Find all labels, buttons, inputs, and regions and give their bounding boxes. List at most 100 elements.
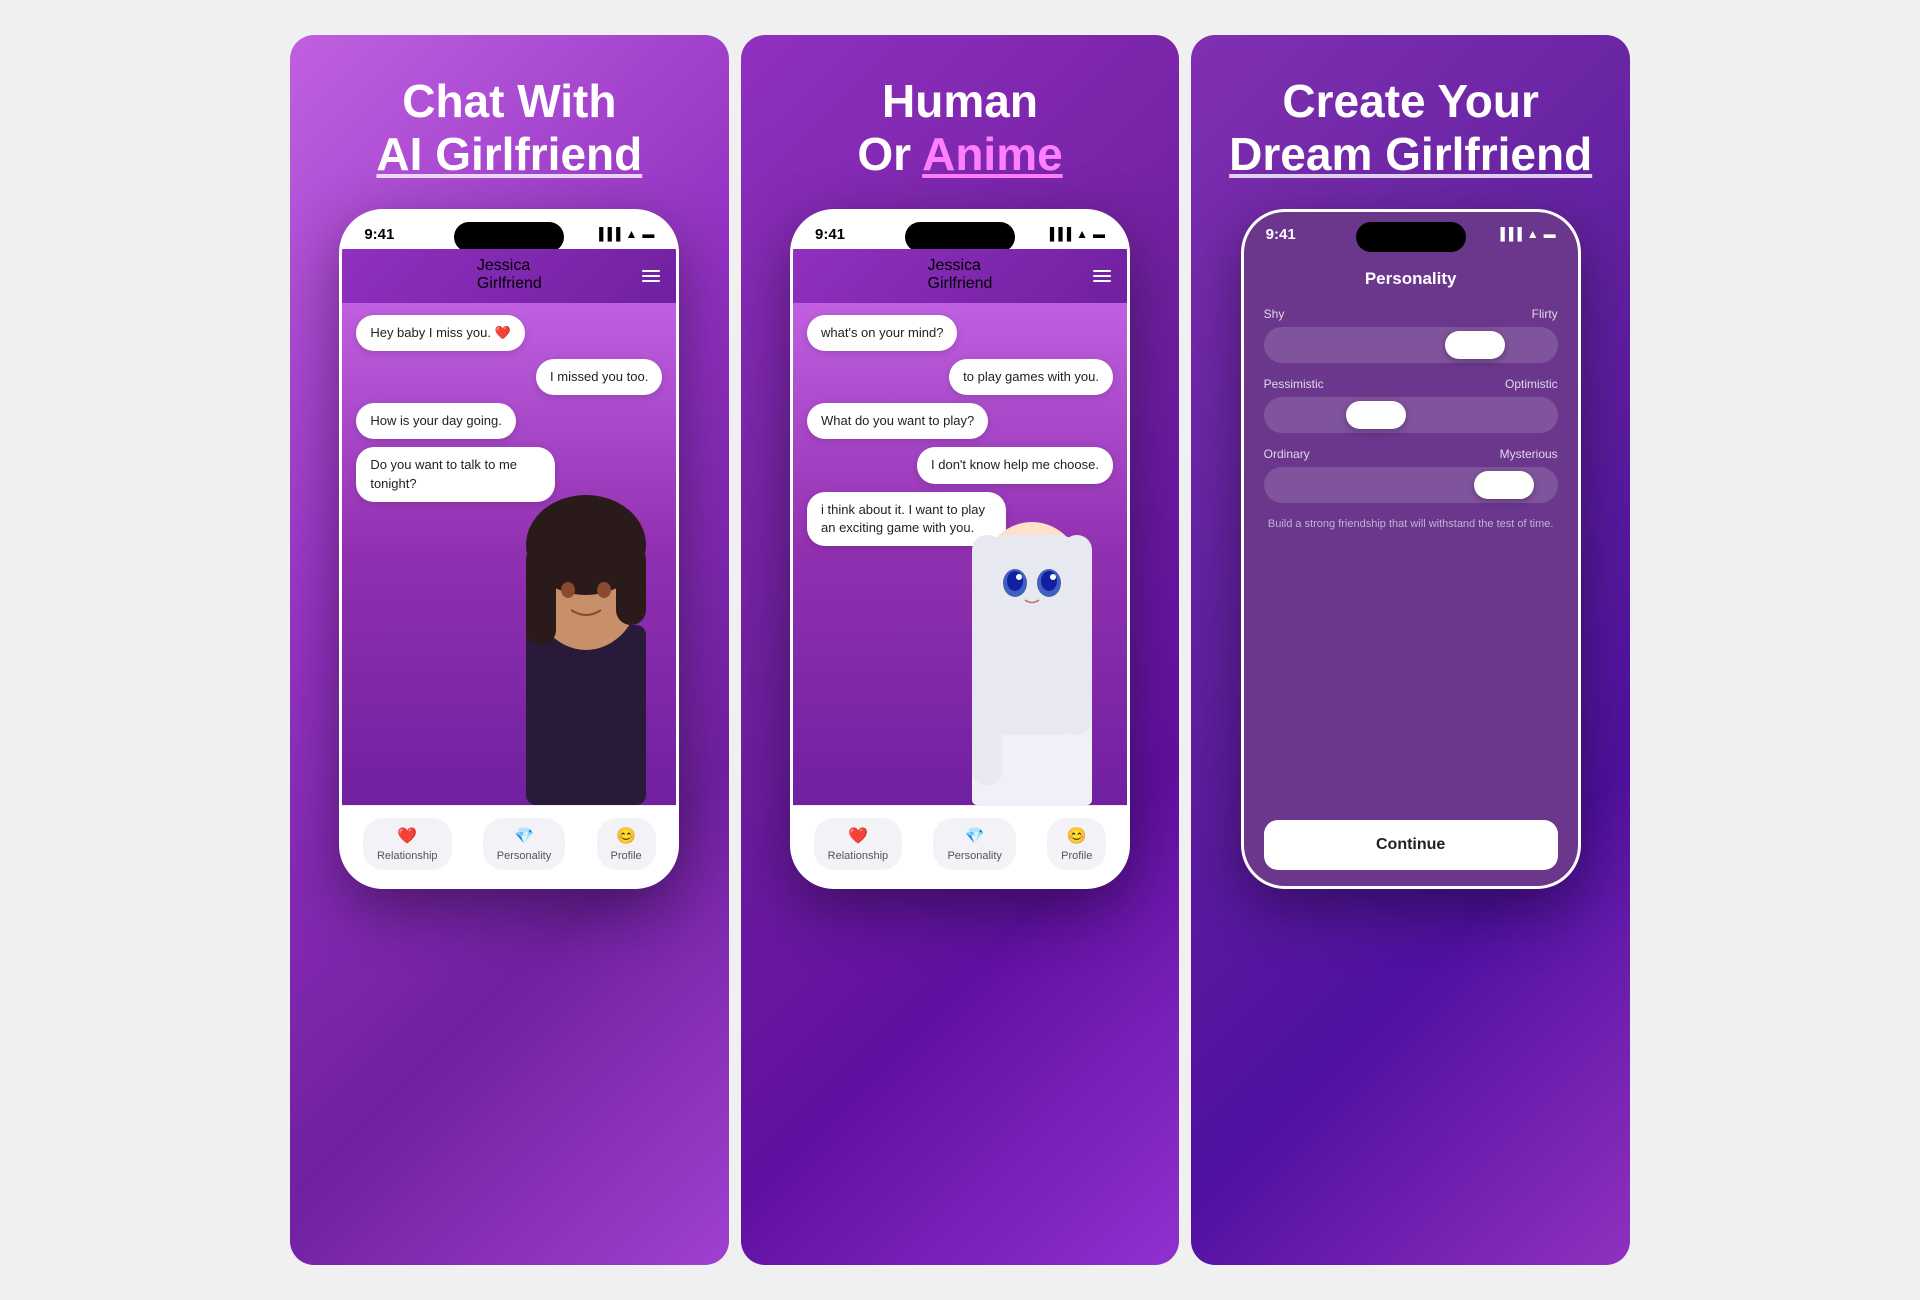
panel-2: Human Or Anime 9:41 ▐▐▐ ▲ ▬ (741, 35, 1180, 1265)
contact-name-2: Jessica (928, 257, 993, 275)
nav-emoji-prof-2: 😊 (1067, 826, 1087, 846)
nav-label-rel-1: Relationship (377, 850, 438, 862)
personality-description: Build a strong friendship that will with… (1264, 517, 1558, 532)
contact-sub-2: Girlfriend (928, 275, 993, 293)
panel-3-heading-line1: Create Your (1229, 75, 1592, 128)
continue-button[interactable]: Continue (1264, 820, 1558, 870)
slider-3-right: Mysterious (1500, 447, 1558, 461)
status-bar-3: 9:41 ▐▐▐ ▲ ▬ (1244, 212, 1578, 249)
nav-profile-2[interactable]: 😊 Profile (1047, 818, 1106, 870)
phone-1-header: Jessica Girlfriend (342, 249, 676, 303)
personality-title: Personality (1264, 269, 1558, 289)
battery-icon-2: ▬ (1093, 227, 1105, 241)
nav-personality-1[interactable]: 💎 Personality (483, 818, 565, 870)
phone-3: 9:41 ▐▐▐ ▲ ▬ Personality Shy (1241, 209, 1581, 889)
signal-icon-3: ▐▐▐ (1496, 227, 1522, 241)
panel-1: Chat With AI Girlfriend 9:41 ▐▐▐ ▲ ▬ (290, 35, 729, 1265)
status-icons-1: ▐▐▐ ▲ ▬ (595, 227, 654, 241)
bubble-2-0: what's on your mind? (807, 315, 957, 351)
slider-row-1: Shy Flirty (1264, 307, 1558, 363)
panel-1-heading-line1: Chat With (376, 75, 642, 128)
wifi-icon-3: ▲ (1527, 227, 1539, 241)
slider-track-2[interactable] (1264, 397, 1558, 433)
phone-1-wrapper: 9:41 ▐▐▐ ▲ ▬ Jessica Girlfriend (320, 209, 699, 1235)
phone-1: 9:41 ▐▐▐ ▲ ▬ Jessica Girlfriend (339, 209, 679, 889)
contact-info-2: Jessica Girlfriend (928, 257, 993, 293)
status-bar-1: 9:41 ▐▐▐ ▲ ▬ (342, 212, 676, 249)
slider-labels-2: Pessimistic Optimistic (1264, 377, 1558, 391)
panel-3: Create Your Dream Girlfriend 9:41 ▐▐▐ ▲ … (1191, 35, 1630, 1265)
slider-labels-3: Ordinary Mysterious (1264, 447, 1558, 461)
panels-container: Chat With AI Girlfriend 9:41 ▐▐▐ ▲ ▬ (290, 35, 1630, 1265)
wifi-icon: ▲ (625, 227, 637, 241)
character-human (496, 425, 676, 805)
contact-sub-1: Girlfriend (477, 275, 542, 293)
slider-track-3[interactable] (1264, 467, 1558, 503)
nav-relationship-2[interactable]: ❤️ Relationship (814, 818, 903, 870)
time-1: 9:41 (364, 226, 394, 243)
slider-2-right: Optimistic (1505, 377, 1558, 391)
slider-row-2: Pessimistic Optimistic (1264, 377, 1558, 433)
slider-track-1[interactable] (1264, 327, 1558, 363)
slider-1-right: Flirty (1532, 307, 1558, 321)
bubble-1-2: How is your day going. (356, 403, 516, 439)
slider-labels-1: Shy Flirty (1264, 307, 1558, 321)
nav-label-pers-1: Personality (497, 850, 551, 862)
menu-icon-2[interactable] (1093, 270, 1111, 282)
nav-emoji-prof-1: 😊 (616, 826, 636, 846)
nav-personality-2[interactable]: 💎 Personality (933, 818, 1015, 870)
panel-1-heading: Chat With AI Girlfriend (376, 75, 642, 181)
slider-thumb-3[interactable] (1474, 471, 1534, 499)
nav-emoji-pers-2: 💎 (965, 826, 985, 846)
phone-2-header: Jessica Girlfriend (793, 249, 1127, 303)
nav-emoji-rel-1: ❤️ (397, 826, 417, 846)
wifi-icon-2: ▲ (1076, 227, 1088, 241)
bottom-nav-2: ❤️ Relationship 💎 Personality 😊 Profile (793, 805, 1127, 886)
panel-3-heading-line2: Dream Girlfriend (1229, 128, 1592, 181)
nav-emoji-rel-2: ❤️ (848, 826, 868, 846)
slider-3-left: Ordinary (1264, 447, 1310, 461)
nav-emoji-pers-1: 💎 (514, 826, 534, 846)
nav-label-rel-2: Relationship (828, 850, 889, 862)
battery-icon: ▬ (642, 227, 654, 241)
slider-2-left: Pessimistic (1264, 377, 1324, 391)
personality-screen: Personality Shy Flirty (1244, 249, 1578, 886)
status-icons-2: ▐▐▐ ▲ ▬ (1046, 227, 1105, 241)
signal-icon: ▐▐▐ (595, 227, 621, 241)
status-bar-2: 9:41 ▐▐▐ ▲ ▬ (793, 212, 1127, 249)
panel-1-heading-line2: AI Girlfriend (376, 128, 642, 181)
chat-area-2: what's on your mind? to play games with … (793, 303, 1127, 805)
slider-row-3: Ordinary Mysterious (1264, 447, 1558, 503)
panel-2-heading: Human Or Anime (857, 75, 1062, 181)
status-icons-3: ▐▐▐ ▲ ▬ (1496, 227, 1555, 241)
slider-1-left: Shy (1264, 307, 1285, 321)
nav-relationship-1[interactable]: ❤️ Relationship (363, 818, 452, 870)
panel-2-highlight: Anime (922, 128, 1063, 180)
phone-2: 9:41 ▐▐▐ ▲ ▬ Jessica Girlfriend (790, 209, 1130, 889)
bottom-nav-1: ❤️ Relationship 💎 Personality 😊 Profile (342, 805, 676, 886)
nav-label-pers-2: Personality (947, 850, 1001, 862)
bubble-1-1: I missed you too. (536, 359, 662, 395)
contact-name-1: Jessica (477, 257, 542, 275)
menu-icon-1[interactable] (642, 270, 660, 282)
time-3: 9:41 (1266, 226, 1296, 243)
nav-label-prof-1: Profile (611, 850, 642, 862)
panel-2-heading-line2: Or Anime (857, 128, 1062, 181)
phone-3-wrapper: 9:41 ▐▐▐ ▲ ▬ Personality Shy (1221, 209, 1600, 1235)
dynamic-island-3 (1356, 222, 1466, 252)
slider-thumb-1[interactable] (1445, 331, 1505, 359)
signal-icon-2: ▐▐▐ (1046, 227, 1072, 241)
nav-profile-1[interactable]: 😊 Profile (597, 818, 656, 870)
slider-thumb-2[interactable] (1346, 401, 1406, 429)
battery-icon-3: ▬ (1544, 227, 1556, 241)
dynamic-island-1 (454, 222, 564, 252)
time-2: 9:41 (815, 226, 845, 243)
character-anime (937, 405, 1127, 805)
nav-label-prof-2: Profile (1061, 850, 1092, 862)
panel-3-heading: Create Your Dream Girlfriend (1229, 75, 1592, 181)
dynamic-island-2 (905, 222, 1015, 252)
bubble-1-0: Hey baby I miss you. ❤️ (356, 315, 524, 351)
bubble-2-1: to play games with you. (949, 359, 1113, 395)
chat-area-1: Hey baby I miss you. ❤️ I missed you too… (342, 303, 676, 805)
phone-2-wrapper: 9:41 ▐▐▐ ▲ ▬ Jessica Girlfriend (771, 209, 1150, 1235)
